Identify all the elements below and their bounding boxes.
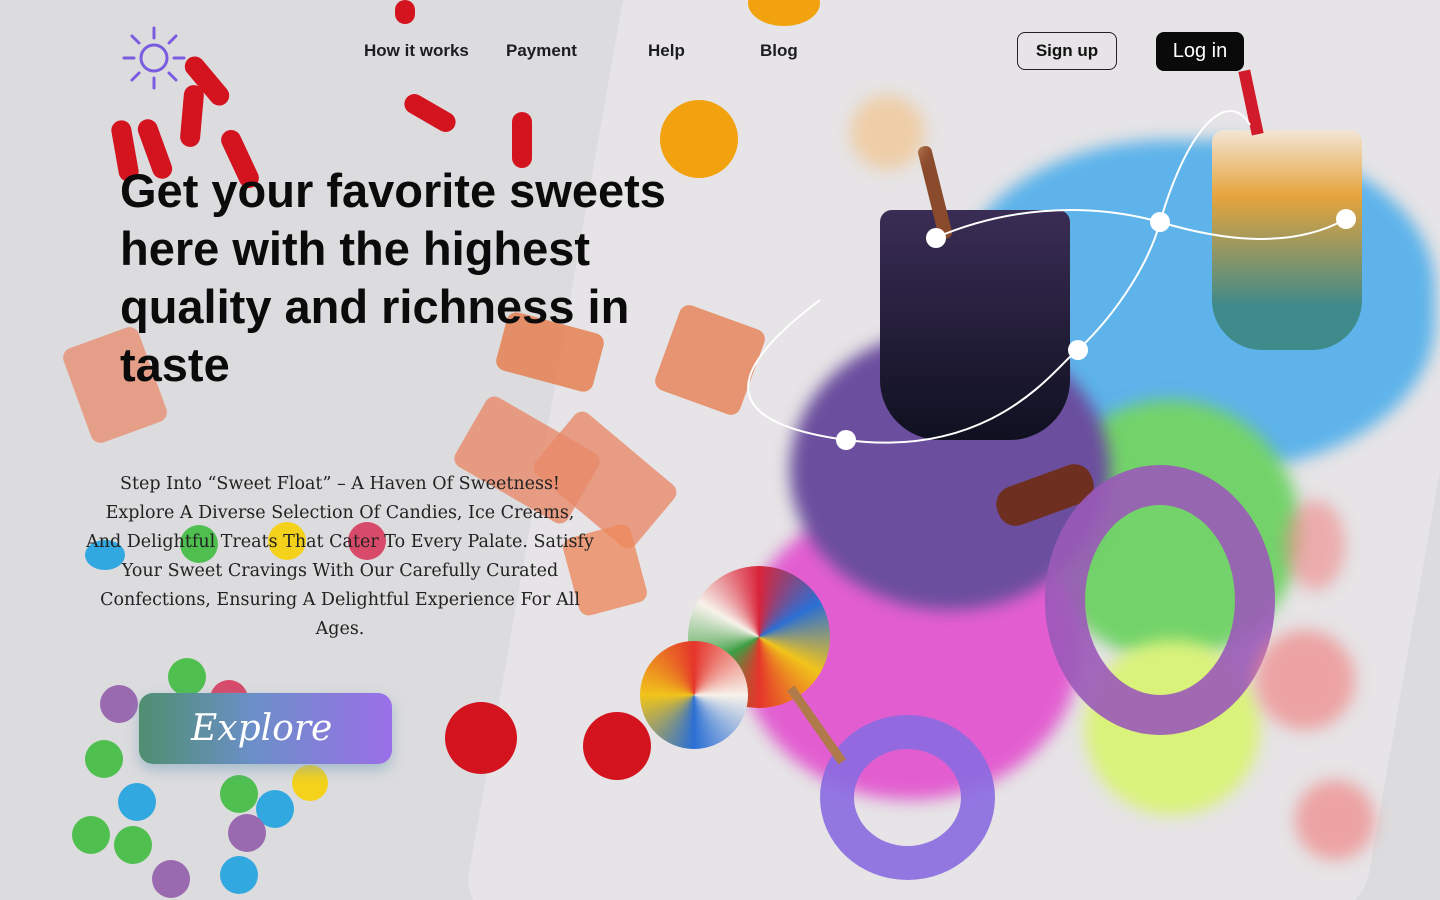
nav-payment[interactable]: Payment bbox=[506, 41, 577, 61]
curve-dot bbox=[1068, 340, 1088, 360]
curve-dot bbox=[836, 430, 856, 450]
curve-dot bbox=[926, 228, 946, 248]
login-button[interactable]: Log in bbox=[1156, 32, 1244, 71]
curve-dot bbox=[1336, 209, 1356, 229]
signup-button[interactable]: Sign up bbox=[1017, 32, 1117, 70]
hero-headline: Get your favorite sweets here with the h… bbox=[120, 164, 666, 391]
curve-dot bbox=[1150, 212, 1170, 232]
nav-help[interactable]: Help bbox=[648, 41, 685, 61]
explore-button[interactable]: Explore bbox=[139, 693, 392, 764]
decorative-curve bbox=[747, 110, 1356, 450]
sun-logo-icon[interactable] bbox=[122, 26, 186, 90]
nav-how-it-works[interactable]: How it works bbox=[364, 41, 469, 61]
hero-description: Step Into “Sweet Float” – A Haven Of Swe… bbox=[86, 474, 594, 639]
background-decoration bbox=[0, 0, 1440, 900]
nav-blog[interactable]: Blog bbox=[760, 41, 798, 61]
